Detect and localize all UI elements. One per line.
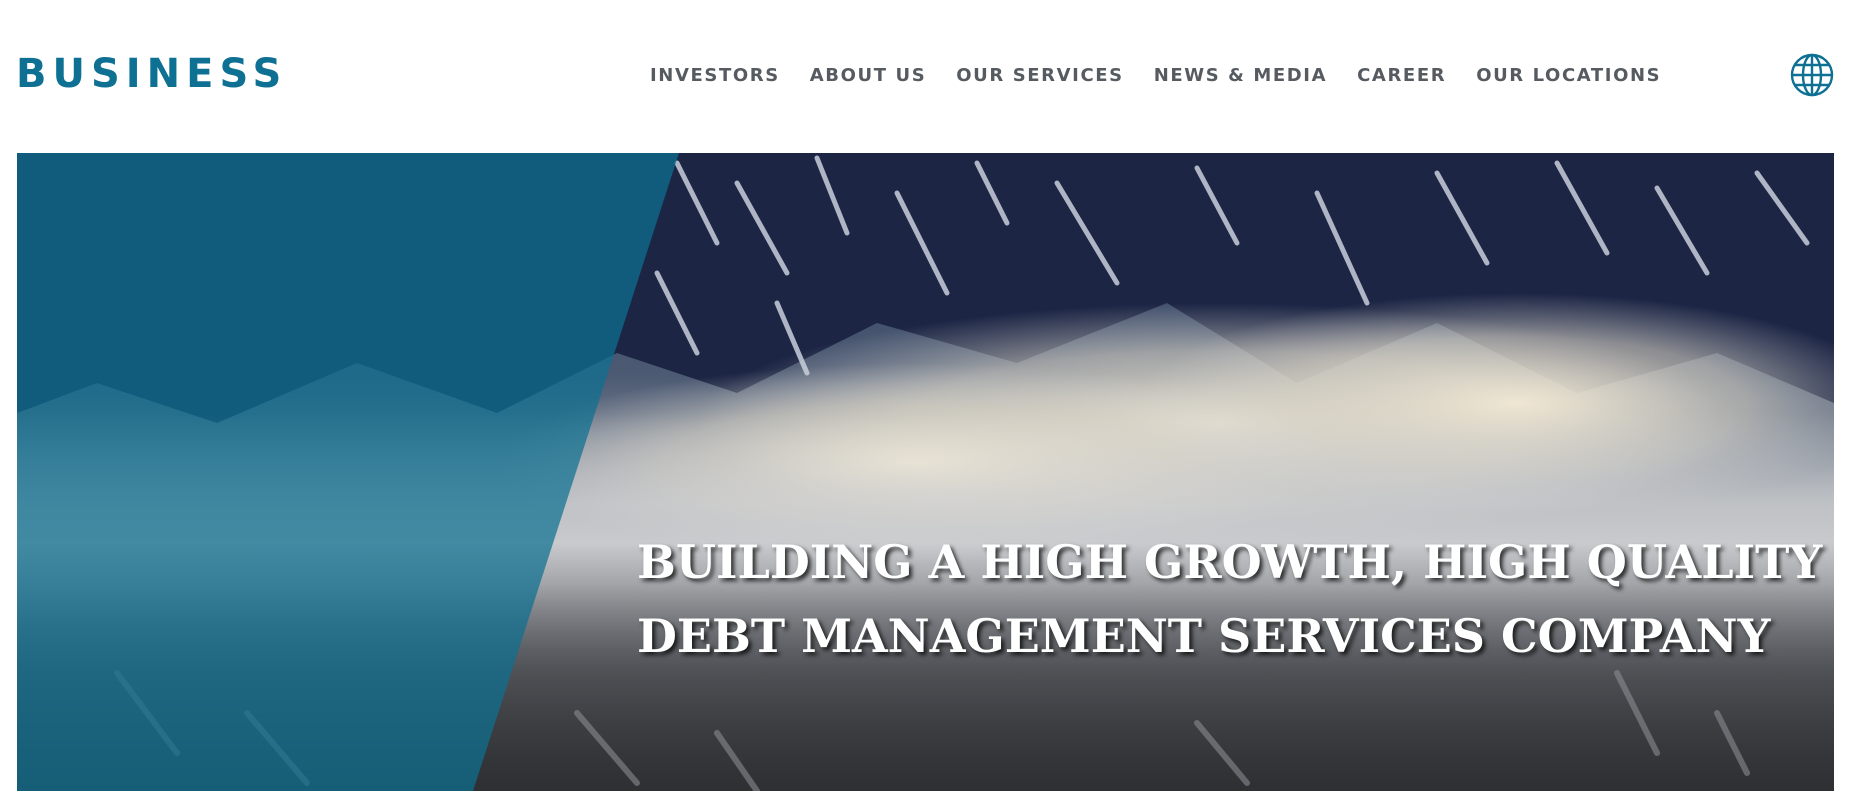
nav-item-our-services[interactable]: OUR SERVICES (956, 65, 1123, 86)
nav-item-career[interactable]: CAREER (1357, 65, 1446, 86)
hero-headline-line-2: DEBT MANAGEMENT SERVICES COMPANY (637, 609, 1771, 663)
site-logo[interactable]: BUSINESS (16, 50, 287, 98)
nav-item-about-us[interactable]: ABOUT US (810, 65, 927, 86)
nav-item-our-locations[interactable]: OUR LOCATIONS (1476, 65, 1661, 86)
nav-item-news-media[interactable]: NEWS & MEDIA (1154, 65, 1327, 86)
globe-icon[interactable] (1789, 52, 1835, 98)
main-nav: INVESTORS ABOUT US OUR SERVICES NEWS & M… (620, 62, 1661, 88)
site-header: BUSINESS INVESTORS ABOUT US OUR SERVICES… (0, 0, 1850, 153)
hero-background-image (17, 153, 1834, 791)
hero-headline-line-1: BUILDING A HIGH GROWTH, HIGH QUALITY (637, 535, 1823, 589)
hero-headline: BUILDING A HIGH GROWTH, HIGH QUALITY DEB… (637, 525, 1823, 673)
nav-item-investors[interactable]: INVESTORS (650, 65, 780, 86)
hero-banner: BUILDING A HIGH GROWTH, HIGH QUALITY DEB… (17, 153, 1834, 791)
